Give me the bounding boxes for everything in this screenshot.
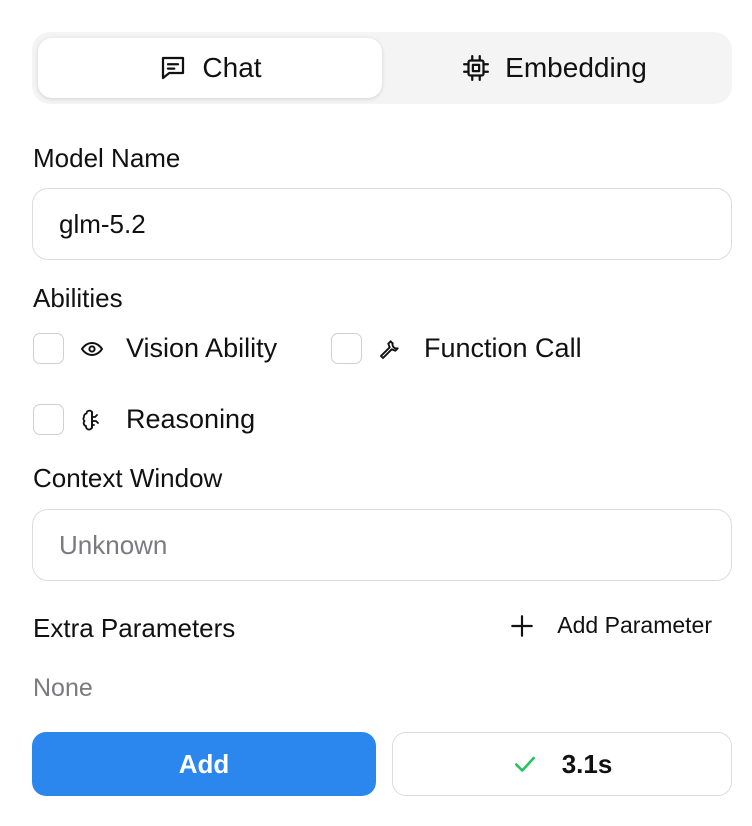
tab-embedding[interactable]: Embedding xyxy=(382,38,726,98)
eye-icon xyxy=(81,341,103,356)
model-name-input[interactable]: glm-5.2 xyxy=(32,188,732,260)
ability-vision[interactable]: Vision Ability xyxy=(33,333,277,364)
context-window-placeholder: Unknown xyxy=(59,529,168,560)
add-button-label: Add xyxy=(178,748,230,779)
add-parameter-button[interactable]: Add Parameter xyxy=(509,612,712,639)
abilities-label: Abilities xyxy=(33,283,123,313)
test-status-button[interactable]: 3.1s xyxy=(392,732,732,796)
tab-chat[interactable]: Chat xyxy=(38,38,382,98)
context-window-label: Context Window xyxy=(33,463,223,493)
vision-checkbox[interactable] xyxy=(33,333,64,364)
chat-icon xyxy=(162,56,185,80)
test-status-label: 3.1s xyxy=(561,748,613,779)
function-call-label: Function Call xyxy=(424,333,582,363)
add-parameter-label: Add Parameter xyxy=(557,612,712,638)
brain-icon xyxy=(82,409,99,430)
model-name-label: Model Name xyxy=(33,143,181,173)
ability-function-call[interactable]: Function Call xyxy=(331,333,582,364)
extra-parameters-label: Extra Parameters xyxy=(33,613,236,643)
model-type-tabs: Chat Embedding xyxy=(32,32,732,104)
chip-icon xyxy=(463,55,490,81)
context-window-input[interactable]: Unknown xyxy=(32,509,732,581)
function-call-checkbox[interactable] xyxy=(331,333,362,364)
vision-label: Vision Ability xyxy=(126,333,278,363)
check-icon xyxy=(514,756,535,772)
model-name-value: glm-5.2 xyxy=(59,208,146,239)
add-model-panel: Chat Embedding Model Name glm-5.2 Abilit… xyxy=(0,0,752,826)
tab-chat-label: Chat xyxy=(202,52,262,83)
extra-parameters-empty: None xyxy=(33,674,93,702)
wrench-icon xyxy=(380,339,399,359)
plus-icon xyxy=(511,614,534,637)
add-button[interactable]: Add xyxy=(32,732,376,796)
reasoning-label: Reasoning xyxy=(126,404,256,434)
ability-reasoning[interactable]: Reasoning xyxy=(33,404,255,435)
tab-embedding-label: Embedding xyxy=(505,52,647,83)
reasoning-checkbox[interactable] xyxy=(33,404,64,435)
